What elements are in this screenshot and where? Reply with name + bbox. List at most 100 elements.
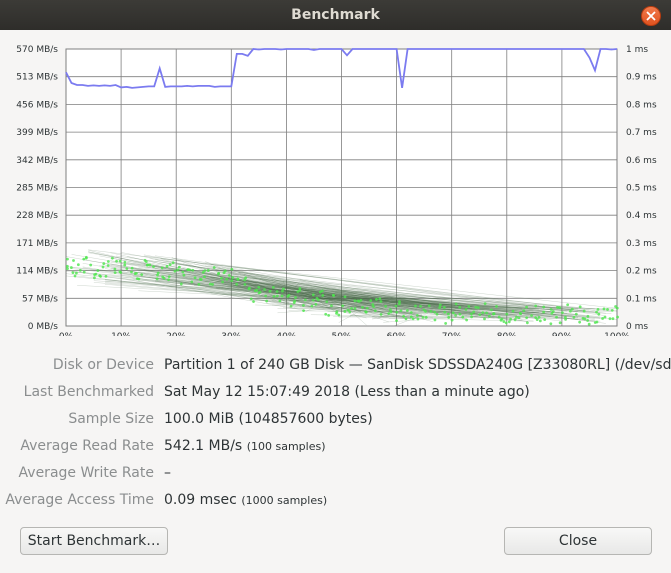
access-time-point	[253, 289, 257, 293]
x-tick-label: 90%	[552, 332, 572, 336]
access-time-point	[560, 311, 564, 315]
access-time-point	[191, 268, 195, 272]
access-time-point	[69, 266, 73, 269]
access-time-point	[335, 310, 339, 314]
access-time-point	[593, 321, 597, 324]
access-time-point	[478, 313, 482, 317]
access-time-point	[101, 265, 105, 269]
x-tick-label: 0%	[59, 332, 74, 336]
access-time-point	[223, 269, 227, 273]
access-time-point	[513, 318, 517, 322]
y-right-tick-label: 0.7 ms	[626, 128, 657, 138]
access-time-point	[551, 310, 555, 313]
start-benchmark-button[interactable]: Start Benchmark…	[20, 527, 168, 555]
info-value-text: Partition 1 of 240 GB Disk — SanDisk SDS…	[164, 357, 671, 373]
access-time-point	[458, 312, 462, 316]
access-time-point	[608, 317, 612, 321]
access-time-point	[398, 300, 401, 304]
access-time-point	[454, 302, 458, 306]
access-time-point	[395, 310, 399, 314]
access-time-point	[173, 269, 177, 273]
access-time-point	[427, 304, 431, 308]
y-right-tick-label: 0 ms	[626, 322, 648, 332]
close-button[interactable]: Close	[504, 527, 652, 555]
access-time-point	[221, 280, 225, 284]
access-time-point	[438, 306, 441, 309]
access-time-point	[167, 275, 171, 279]
info-row: Average Write Rate –	[0, 463, 671, 483]
x-tick-label: 30%	[221, 332, 241, 336]
info-label: Disk or Device	[52, 357, 154, 373]
access-time-point	[165, 264, 169, 268]
access-time-point	[66, 257, 69, 261]
info-value: 100.0 MiB (104857600 bytes)	[164, 409, 373, 429]
access-time-point	[543, 318, 547, 322]
access-time-point	[365, 306, 369, 310]
access-time-point	[433, 318, 437, 322]
access-time-point	[201, 270, 205, 274]
info-value: 0.09 msec (1000 samples)	[164, 490, 327, 511]
access-time-point	[281, 289, 284, 293]
access-time-point	[505, 312, 509, 316]
access-time-point	[302, 309, 305, 313]
access-time-point	[182, 273, 186, 277]
y-right-tick-label: 0.1 ms	[626, 294, 657, 304]
info-value: 542.1 MB/s (100 samples)	[164, 436, 326, 457]
access-time-point	[511, 309, 515, 313]
access-time-point	[414, 304, 417, 308]
access-time-point	[461, 315, 465, 319]
access-time-point	[82, 257, 86, 261]
y-left-tick-label: 171 MB/s	[16, 239, 58, 249]
access-time-point	[534, 304, 538, 308]
access-time-point	[217, 272, 220, 276]
access-time-point	[321, 294, 325, 297]
access-time-point	[549, 322, 553, 326]
info-value-text: Sat May 12 15:07:49 2018 (Less than a mi…	[164, 384, 530, 400]
window-title: Benchmark	[291, 7, 380, 23]
access-time-point	[419, 304, 422, 308]
access-time-point	[435, 312, 439, 316]
access-time-point	[198, 277, 202, 281]
access-time-point	[181, 270, 185, 274]
y-left-tick-label: 57 MB/s	[22, 294, 58, 304]
access-time-point	[405, 309, 409, 312]
access-time-point	[458, 305, 462, 309]
access-time-point	[611, 317, 615, 321]
access-time-point	[118, 259, 122, 263]
y-right-tick-label: 0.5 ms	[626, 184, 657, 194]
access-time-point	[394, 304, 398, 308]
access-time-point	[272, 294, 276, 298]
info-value-text: –	[164, 465, 171, 481]
access-time-point	[395, 319, 398, 323]
access-time-point	[578, 305, 582, 309]
y-left-tick-label: 456 MB/s	[16, 100, 58, 110]
access-time-point	[454, 313, 457, 317]
access-time-point	[515, 315, 518, 319]
access-time-point	[156, 271, 160, 275]
access-time-point	[361, 305, 364, 309]
access-time-point	[337, 313, 341, 317]
access-time-point	[487, 314, 491, 318]
access-time-point	[587, 322, 591, 326]
access-time-point	[485, 311, 488, 315]
access-time-point	[72, 259, 75, 262]
access-time-point	[249, 297, 253, 301]
info-row: Sample Size 100.0 MiB (104857600 bytes)	[0, 409, 671, 429]
y-right-tick-label: 0.4 ms	[626, 211, 657, 221]
access-time-point	[318, 290, 322, 294]
access-time-point	[125, 267, 129, 270]
access-time-point	[311, 298, 315, 302]
info-label: Average Access Time	[5, 492, 154, 508]
access-time-point	[130, 270, 133, 274]
window-close-button[interactable]	[641, 6, 661, 26]
access-time-point	[353, 307, 357, 310]
x-tick-label: 50%	[331, 332, 351, 336]
access-time-point	[263, 288, 266, 291]
access-time-point	[78, 268, 82, 272]
access-time-point	[616, 315, 619, 319]
access-time-point	[483, 302, 487, 306]
access-time-point	[225, 277, 229, 281]
access-time-point	[113, 271, 117, 275]
access-time-point	[586, 314, 590, 318]
access-time-point	[402, 314, 406, 318]
